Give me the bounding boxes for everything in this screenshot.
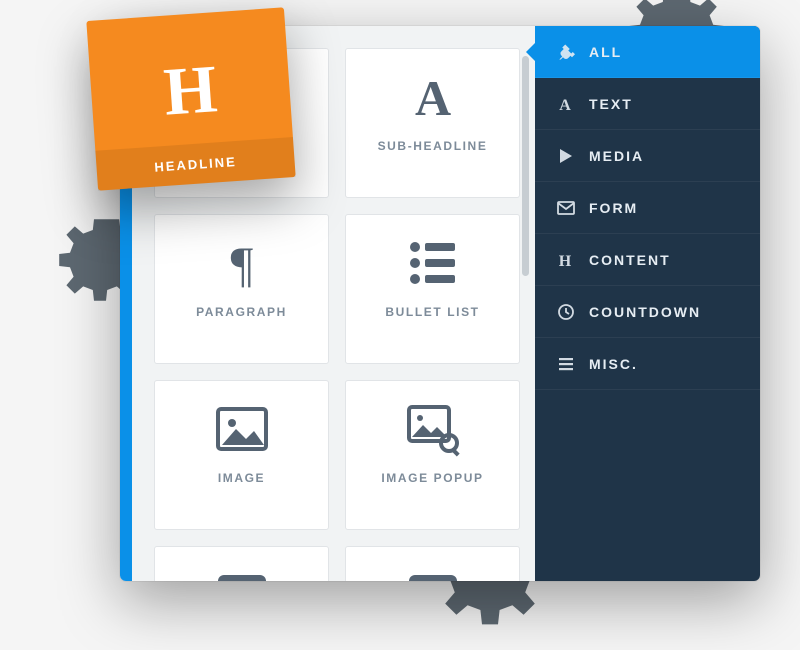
element-card-video[interactable]: VIDEO [345, 546, 520, 581]
category-misc[interactable]: MISC. [535, 338, 760, 390]
content-icon [557, 251, 575, 269]
image-icon [212, 399, 272, 459]
element-card-label: IMAGE POPUP [373, 471, 491, 485]
category-label: MEDIA [589, 148, 738, 164]
category-label: MISC. [589, 356, 738, 372]
category-media[interactable]: MEDIA [535, 130, 760, 182]
paragraph-icon [212, 233, 272, 293]
scrollbar[interactable] [522, 56, 529, 276]
category-label: CONTENT [589, 252, 738, 268]
imagepopup-icon [403, 399, 463, 459]
category-label: ALL [589, 44, 738, 60]
element-card-label: SUB-HEADLINE [370, 139, 496, 153]
dragged-element-headline[interactable]: H HEADLINE [86, 7, 295, 190]
category-label: FORM [589, 200, 738, 216]
element-card-bulletlist[interactable]: BULLET LIST [345, 214, 520, 364]
element-card-label: IMAGE [210, 471, 273, 485]
category-sidebar: ALL TEXT MEDIA FORM CONTENT COUNTDOWN MISC. [535, 26, 760, 581]
element-card-subheadline[interactable]: SUB-HEADLINE [345, 48, 520, 198]
category-countdown[interactable]: COUNTDOWN [535, 286, 760, 338]
headline-icon: H [162, 54, 220, 126]
bulletlist-icon [403, 233, 463, 293]
category-text[interactable]: TEXT [535, 78, 760, 130]
envelope-icon [557, 199, 575, 217]
video-icon [403, 565, 463, 581]
text-icon [557, 95, 575, 113]
dragged-element-label: HEADLINE [154, 153, 237, 174]
menu-icon [557, 355, 575, 373]
element-card-video[interactable]: VIDEO [154, 546, 329, 581]
category-label: TEXT [589, 96, 738, 112]
element-card-image[interactable]: IMAGE [154, 380, 329, 530]
video-icon [212, 565, 272, 581]
category-all[interactable]: ALL [535, 26, 760, 78]
play-icon [557, 147, 575, 165]
plug-icon [557, 43, 575, 61]
category-content[interactable]: CONTENT [535, 234, 760, 286]
category-label: COUNTDOWN [589, 304, 738, 320]
subheadline-icon [403, 67, 463, 127]
element-card-label: PARAGRAPH [188, 305, 295, 319]
clock-icon [557, 303, 575, 321]
element-card-label: BULLET LIST [377, 305, 487, 319]
element-card-imagepopup[interactable]: IMAGE POPUP [345, 380, 520, 530]
element-card-paragraph[interactable]: PARAGRAPH [154, 214, 329, 364]
category-form[interactable]: FORM [535, 182, 760, 234]
